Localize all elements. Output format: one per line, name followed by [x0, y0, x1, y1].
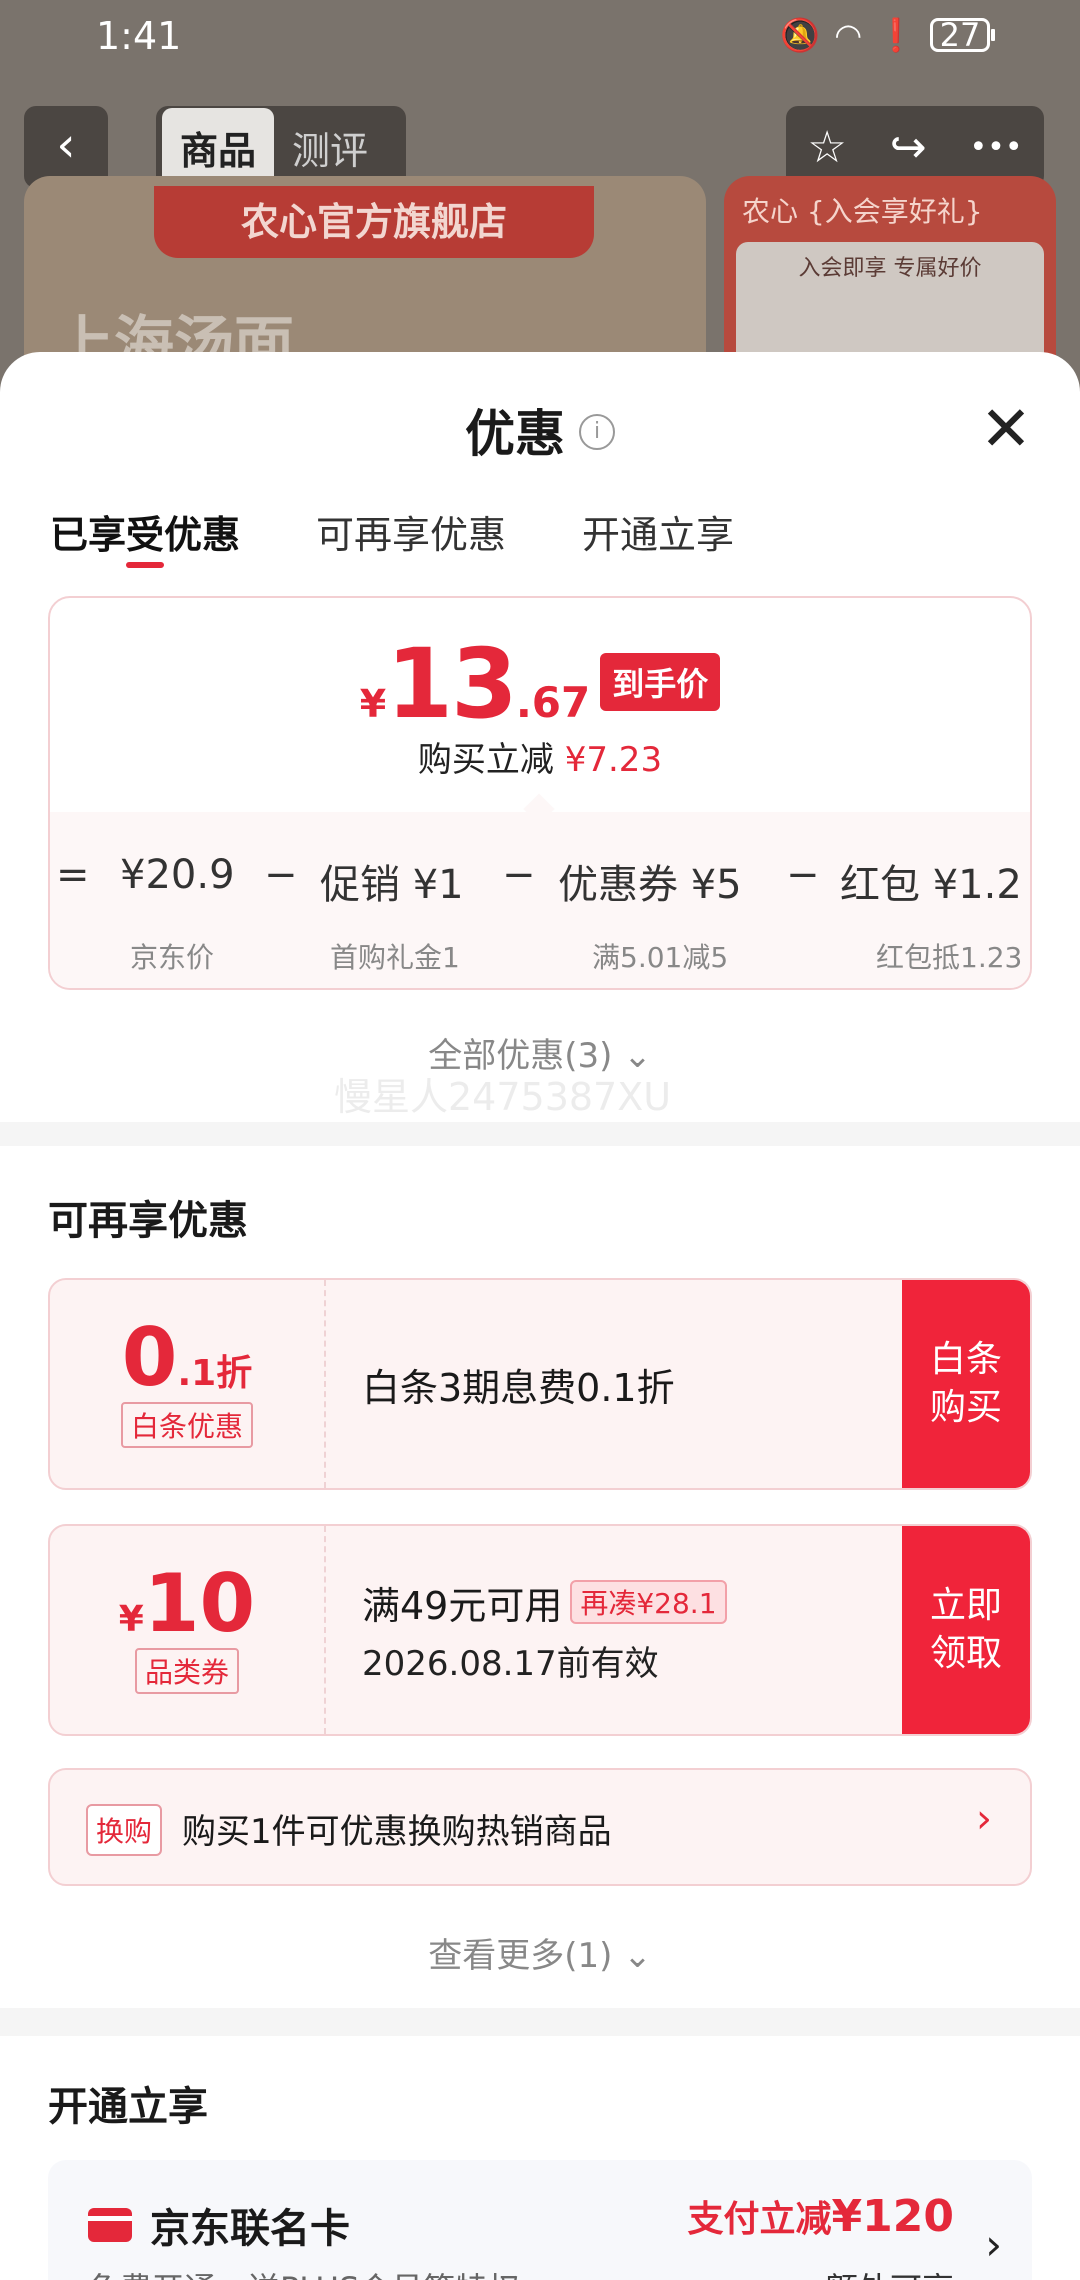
card-promo-value: ¥120: [831, 2191, 954, 2242]
status-icons: 🔕 ◠ ❗ 27: [780, 16, 995, 54]
status-bar: 1:41 🔕 ◠ ❗ 27: [0, 0, 1080, 80]
tab-review[interactable]: 测评: [274, 108, 386, 187]
offer-tabs: 已享受优惠 可再享优惠 开通立享: [0, 482, 1080, 578]
card-promo-label: 支付立减: [687, 2199, 832, 2240]
see-more-toggle[interactable]: 查看更多(1) ⌄: [0, 1928, 1080, 1977]
tab-more-offers[interactable]: 可再享优惠: [316, 504, 506, 559]
close-icon[interactable]: ✕: [980, 398, 1032, 460]
breakdown-op: =: [56, 852, 90, 898]
alert-icon: ❗: [876, 16, 916, 54]
member-banner-subtitle: 入会即享 专属好价: [798, 256, 982, 281]
chevron-right-icon: ›: [976, 1796, 992, 1842]
swap-purchase-row[interactable]: 换购 购买1件可优惠换购热销商品 ›: [48, 1768, 1032, 1886]
wifi-icon: ◠: [834, 16, 863, 54]
coupon-value: ¥10: [50, 1564, 324, 1644]
breakdown-item: 红包 ¥1.2: [840, 862, 1022, 908]
baitiao-buy-button[interactable]: 白条购买: [902, 1280, 1030, 1488]
coupon-type-tag: 品类券: [134, 1648, 239, 1694]
category-coupon: ¥10 品类券 满49元可用 再凑¥28.1 2026.08.17前有效 立即领取: [48, 1524, 1032, 1736]
more-offers-title: 可再享优惠: [48, 1198, 248, 1244]
card-benefits: 免费开通，送PLUS会员等特权: [88, 2264, 519, 2280]
coupon-type-tag: 白条优惠: [120, 1402, 253, 1448]
breakdown-sub: 京东价: [130, 941, 215, 974]
coupon-condition: 满49元可用 再凑¥28.1: [362, 1575, 900, 1630]
chevron-right-icon: ›: [985, 2220, 1002, 2269]
breakdown-sub: 满5.01减5: [592, 941, 729, 974]
tab-underline: [126, 562, 164, 568]
watermark: 慢星人2475387XU: [334, 1075, 672, 1119]
coupon-value-small: .1折: [177, 1353, 253, 1394]
breakdown-sub: 首购礼金1: [330, 941, 460, 974]
share-icon[interactable]: ↪: [890, 122, 927, 173]
star-icon[interactable]: ☆: [807, 122, 846, 173]
swap-text: 购买1件可优惠换购热销商品: [182, 1812, 612, 1852]
section-divider: [0, 2008, 1080, 2036]
claim-coupon-button[interactable]: 立即领取: [902, 1526, 1030, 1734]
coupon-value-area: ¥10 品类券: [50, 1526, 326, 1734]
tab-enjoyed-offers[interactable]: 已享受优惠: [50, 504, 240, 559]
status-time: 1:41: [96, 14, 182, 58]
savings-label: 购买立减: [417, 740, 554, 780]
open-offers-title: 开通立享: [48, 2084, 208, 2130]
coupon-value: 0.1折: [50, 1318, 324, 1398]
swap-tag: 换购: [86, 1804, 163, 1856]
price-breakdown: = ¥20.9 京东价 − 促销 ¥1 首购礼金1 − 优惠券 ¥5 满5.01…: [50, 812, 1030, 988]
breakdown-item: 促销 ¥1: [320, 862, 464, 908]
coupon-value-area: 0.1折 白条优惠: [50, 1280, 326, 1488]
coupon-main-text: 满49元可用: [362, 1584, 563, 1628]
card-name: 京东联名卡: [150, 2206, 350, 2252]
mute-icon: 🔕: [780, 16, 821, 54]
store-name-badge: 农心官方旗舰店: [154, 186, 594, 258]
battery-icon: 27: [930, 18, 995, 52]
more-icon[interactable]: •••: [969, 130, 1022, 165]
savings-value: ¥7.23: [564, 740, 663, 780]
coupon-value-big: 0: [121, 1311, 178, 1404]
button-label: 白条购买: [929, 1339, 1002, 1428]
baitiao-coupon: 0.1折 白条优惠 白条3期息费0.1折 白条购买: [48, 1278, 1032, 1490]
breakdown-op: −: [502, 852, 536, 898]
tab-product[interactable]: 商品: [162, 107, 275, 187]
button-label: 立即领取: [929, 1585, 1002, 1674]
info-icon[interactable]: i: [579, 413, 615, 450]
breakdown-op: −: [264, 852, 298, 898]
coupon-value-big: 10: [143, 1557, 256, 1650]
card-promo: 支付立减¥120: [688, 2190, 954, 2242]
breakdown-item: 优惠券 ¥5: [558, 862, 742, 908]
sheet-title: 优惠 i: [0, 394, 1080, 466]
section-divider: [0, 1122, 1080, 1146]
price-integer: 13: [386, 628, 518, 740]
tab-open-offers[interactable]: 开通立享: [582, 504, 734, 559]
savings-line: 购买立减 ¥7.23: [50, 732, 1030, 781]
coupon-description: 白条3期息费0.1折: [362, 1280, 900, 1488]
co-brand-card-offer[interactable]: 京东联名卡 免费开通，送PLUS会员等特权 支付立减¥120 额外可享 ›: [48, 2160, 1032, 2280]
sheet-header: 优惠 i ✕: [0, 352, 1080, 482]
coupon-main-text: 白条3期息费0.1折: [362, 1365, 675, 1410]
card-extra: 额外可享: [826, 2264, 954, 2280]
final-price-card: ¥13.67 到手价 购买立减 ¥7.23 = ¥20.9 京东价 − 促销 ¥1…: [48, 596, 1032, 990]
price-currency: ¥: [359, 682, 387, 726]
final-price-tag: 到手价: [600, 653, 721, 711]
breakdown-item: ¥20.9: [120, 852, 235, 898]
coupon-gap-badge: 再凑¥28.1: [570, 1580, 727, 1624]
coupon-description: 满49元可用 再凑¥28.1 2026.08.17前有效: [362, 1526, 900, 1734]
coupon-expiry: 2026.08.17前有效: [362, 1644, 659, 1684]
sheet-title-text: 优惠: [465, 405, 565, 463]
credit-card-icon: [88, 2208, 132, 2242]
breakdown-op: −: [786, 852, 820, 898]
price-decimal: .67: [515, 678, 591, 727]
final-price: ¥13.67 到手价: [50, 628, 1030, 740]
breakdown-sub: 红包抵1.23: [876, 941, 1023, 974]
coupon-currency: ¥: [118, 1599, 144, 1640]
member-banner-title: 农心 {入会享好礼}: [742, 195, 983, 228]
offers-sheet: 优惠 i ✕ 已享受优惠 可再享优惠 开通立享 ¥13.67 到手价 购买立减 ¥7…: [0, 352, 1080, 2280]
